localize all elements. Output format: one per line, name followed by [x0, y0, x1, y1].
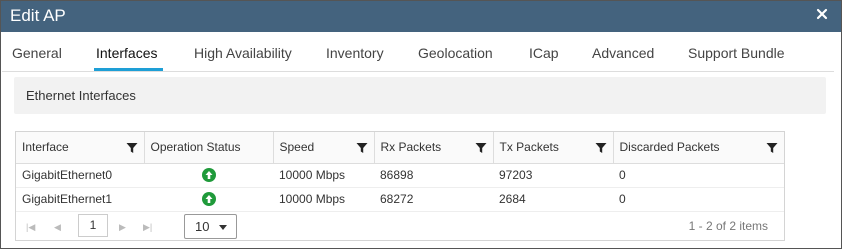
table-row[interactable]: GigabitEthernet0 10000 Mbps 86898 97203 … [16, 163, 784, 188]
cell-operation-status [144, 163, 273, 188]
close-icon[interactable] [815, 7, 829, 21]
cell-interface: GigabitEthernet1 [16, 187, 144, 212]
tab-bar: General Interfaces High Availability Inv… [2, 32, 834, 72]
column-label: Discarded Packets [619, 140, 720, 155]
active-tab-indicator [94, 68, 163, 71]
table-row[interactable]: GigabitEthernet1 10000 Mbps 68272 2684 0 [16, 187, 784, 212]
table-header-row: Interface Operation Status Speed Rx Pack… [16, 132, 784, 164]
tab-high-availability[interactable]: High Availability [194, 45, 292, 61]
previous-page-icon[interactable]: ◀ [54, 222, 61, 233]
tab-geolocation[interactable]: Geolocation [418, 45, 493, 61]
status-up-icon [201, 168, 216, 183]
column-header-speed[interactable]: Speed [273, 132, 375, 164]
tab-inventory[interactable]: Inventory [326, 45, 384, 61]
interfaces-table: Interface Operation Status Speed Rx Pack… [16, 132, 784, 212]
chevron-down-icon [219, 225, 227, 230]
interfaces-grid: Interface Operation Status Speed Rx Pack… [15, 131, 785, 241]
filter-icon[interactable] [356, 142, 368, 154]
cell-speed: 10000 Mbps [273, 163, 374, 188]
next-page-icon[interactable]: ▶ [119, 222, 126, 233]
item-count: 1 - 2 of 2 items [688, 219, 768, 233]
column-label: Rx Packets [380, 140, 442, 155]
edit-ap-dialog: Edit AP General Interfaces High Availabi… [0, 0, 842, 249]
section-title: Ethernet Interfaces [26, 88, 136, 103]
tab-general[interactable]: General [12, 45, 62, 61]
cell-operation-status [144, 187, 273, 212]
cell-rx-packets: 86898 [374, 163, 493, 188]
column-label: Interface [22, 140, 69, 155]
status-up-icon [201, 192, 216, 207]
filter-icon[interactable] [126, 142, 138, 154]
column-header-operation-status[interactable]: Operation Status [144, 132, 274, 164]
column-header-interface[interactable]: Interface [16, 132, 145, 164]
first-page-icon[interactable]: |◀ [26, 222, 35, 233]
current-page-input[interactable]: 1 [78, 214, 108, 237]
tab-icap[interactable]: ICap [529, 45, 559, 61]
pager: |◀ ◀ 1 ▶ ▶| 10 1 - 2 of 2 items [16, 211, 784, 241]
cell-rx-packets: 68272 [374, 187, 493, 212]
tab-interfaces[interactable]: Interfaces [96, 45, 157, 61]
filter-icon[interactable] [595, 142, 607, 154]
column-header-discarded-packets[interactable]: Discarded Packets [613, 132, 784, 164]
column-header-tx-packets[interactable]: Tx Packets [493, 132, 614, 164]
tab-advanced[interactable]: Advanced [592, 45, 654, 61]
dialog-titlebar: Edit AP [1, 1, 841, 32]
last-page-icon[interactable]: ▶| [143, 222, 152, 233]
cell-discarded-packets: 0 [613, 163, 784, 188]
cell-interface: GigabitEthernet0 [16, 163, 144, 188]
column-header-rx-packets[interactable]: Rx Packets [374, 132, 494, 164]
dialog-title: Edit AP [10, 6, 66, 25]
section-header: Ethernet Interfaces [14, 77, 826, 114]
filter-icon[interactable] [766, 142, 778, 154]
column-label: Operation Status [150, 140, 241, 155]
page-size-value: 10 [195, 219, 210, 234]
page-size-select[interactable]: 10 [184, 214, 237, 239]
cell-tx-packets: 97203 [493, 163, 613, 188]
column-label: Tx Packets [499, 140, 559, 155]
cell-tx-packets: 2684 [493, 187, 613, 212]
cell-discarded-packets: 0 [613, 187, 784, 212]
column-label: Speed [279, 140, 315, 155]
cell-speed: 10000 Mbps [273, 187, 374, 212]
tab-support-bundle[interactable]: Support Bundle [688, 45, 785, 61]
filter-icon[interactable] [475, 142, 487, 154]
